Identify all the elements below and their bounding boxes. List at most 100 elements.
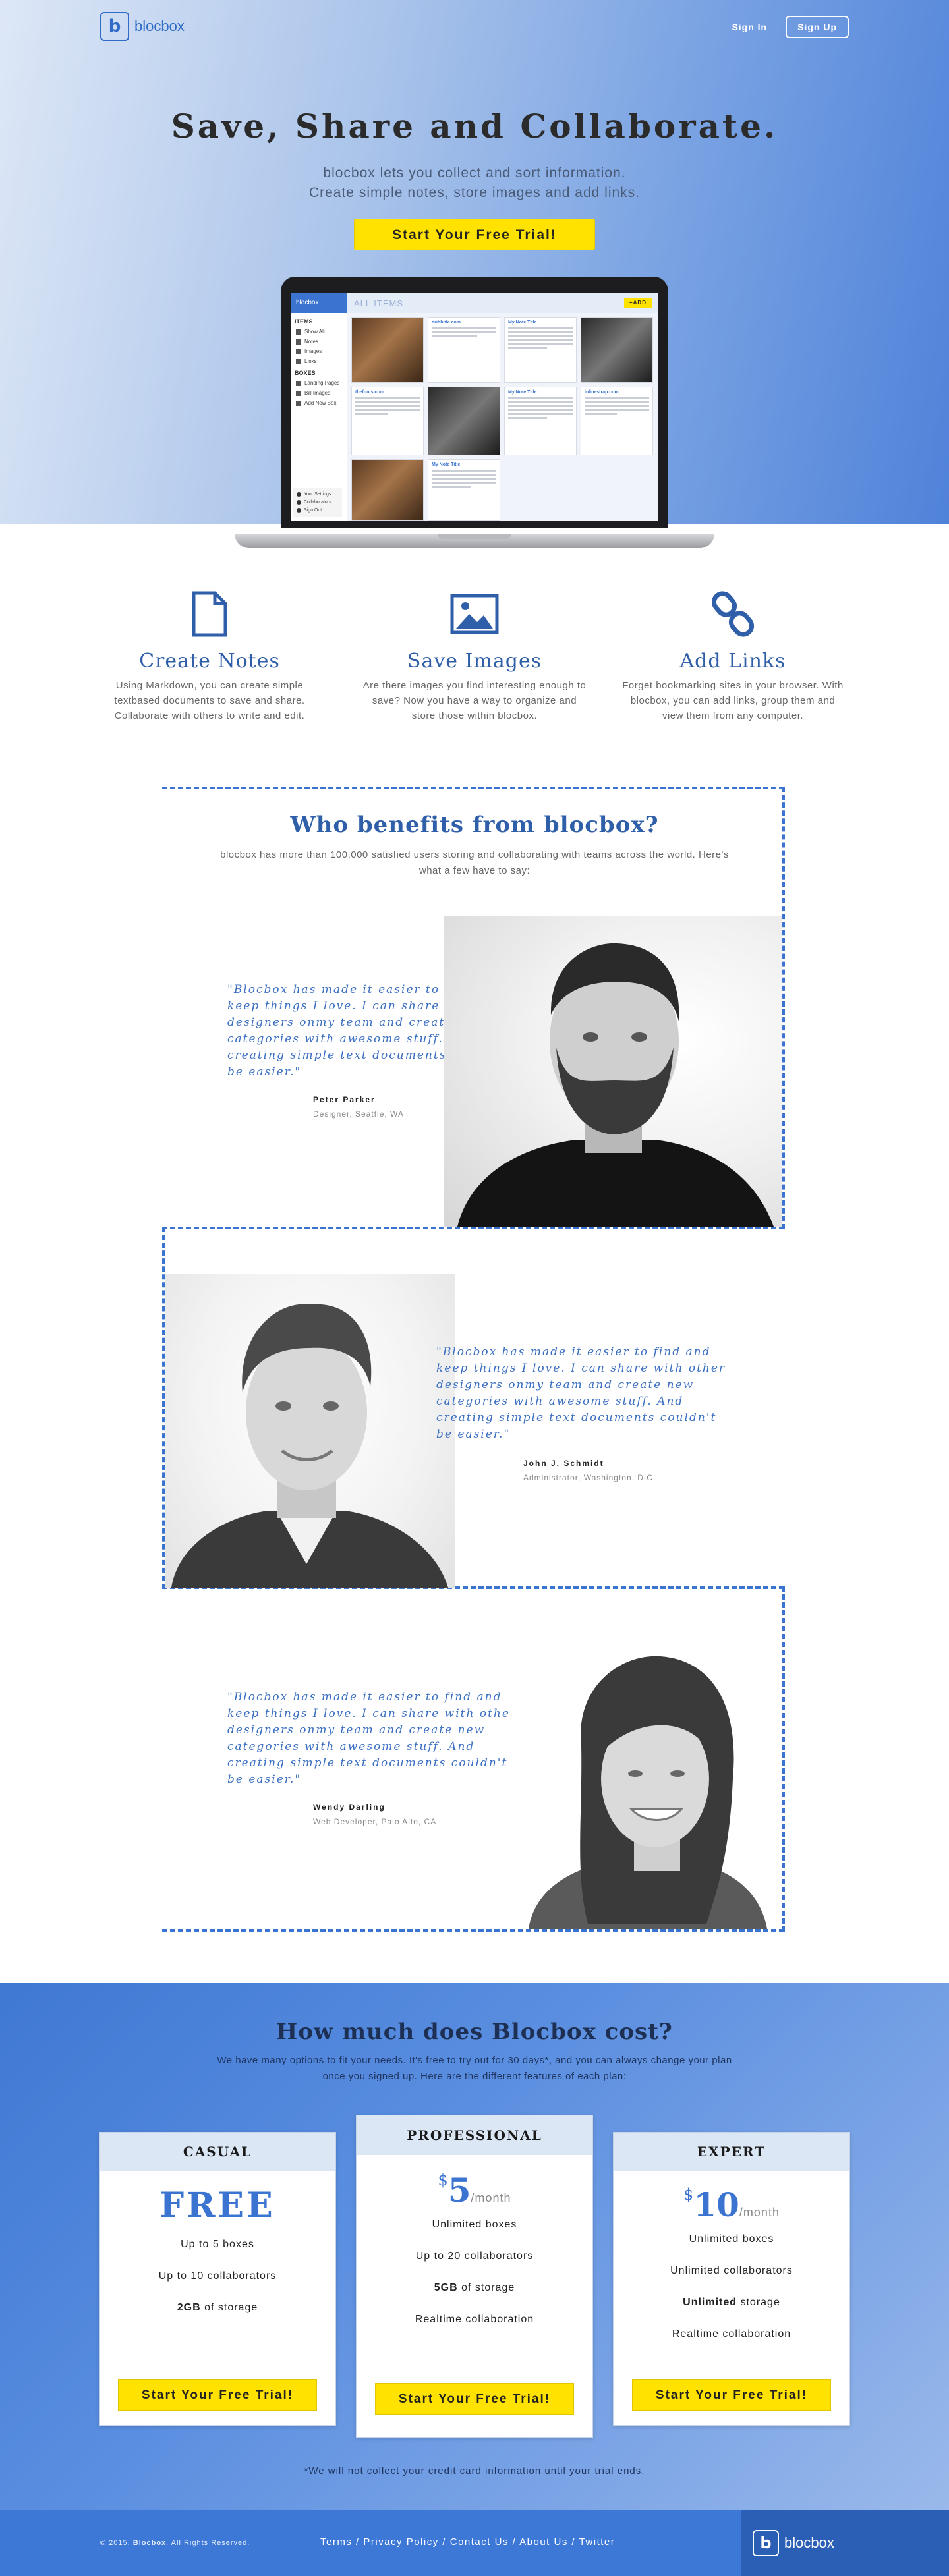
person-portrait-icon bbox=[171, 1304, 448, 1588]
footer-link-terms[interactable]: Terms bbox=[320, 2536, 352, 2548]
image-icon bbox=[450, 594, 499, 634]
app-box: Add New Box bbox=[296, 400, 347, 406]
app-card: dribbble.com bbox=[428, 317, 500, 383]
document-icon bbox=[192, 591, 227, 637]
dashed-border bbox=[162, 787, 784, 789]
app-account-item: Collaborators bbox=[297, 500, 339, 505]
laptop-notch bbox=[438, 534, 511, 539]
app-card: thefonts.com bbox=[351, 387, 424, 455]
plan-currency: $ bbox=[683, 2185, 694, 2204]
footer-link-privacy[interactable]: Privacy Policy bbox=[363, 2536, 438, 2548]
pricing-title: How much does Blocbox cost? bbox=[276, 2019, 673, 2045]
app-account-menu: Your Settings Collaborators Sign Out bbox=[293, 488, 342, 517]
plan-professional: PROFESSIONAL $5/month Unlimited boxes Up… bbox=[356, 2115, 593, 2438]
pricing-footnote: *We will not collect your credit card in… bbox=[304, 2465, 645, 2477]
app-items-title: ITEMS bbox=[295, 318, 313, 325]
feature-notes: Create Notes Using Markdown, you can cre… bbox=[98, 590, 322, 723]
signin-link[interactable]: Sign In bbox=[732, 22, 767, 32]
plan-currency: $ bbox=[438, 2171, 448, 2189]
plan-feature: Unlimited boxes bbox=[689, 2233, 774, 2245]
plan-trial-button[interactable]: Start Your Free Trial! bbox=[118, 2379, 317, 2411]
benefits-title: Who benefits from blocbox? bbox=[290, 812, 659, 838]
box-icon bbox=[296, 380, 301, 386]
top-nav: Sign In Sign Up bbox=[732, 16, 849, 38]
app-card-image bbox=[351, 317, 424, 383]
person-portrait-icon bbox=[457, 943, 774, 1227]
app-account-item: Sign Out bbox=[297, 508, 339, 513]
plan-expert: EXPERT $10/month Unlimited boxes Unlimit… bbox=[613, 2132, 850, 2426]
app-item: Links bbox=[296, 358, 347, 364]
feature-text: Are there images you find interesting en… bbox=[362, 680, 587, 721]
brand-name: blocbox bbox=[784, 2534, 834, 2551]
footer-link-contact[interactable]: Contact Us bbox=[450, 2536, 509, 2548]
plan-price: $5/month bbox=[357, 2171, 592, 2210]
link-icon bbox=[711, 591, 755, 637]
plan-feature: 5GB of storage bbox=[434, 2282, 515, 2293]
plan-feature: Unlimited storage bbox=[683, 2297, 780, 2308]
app-card: My Note Title bbox=[428, 459, 500, 521]
hero-trial-button[interactable]: Start Your Free Trial! bbox=[354, 219, 595, 250]
testimonial-role: Administrator, Washington, D.C. bbox=[523, 1473, 656, 1482]
hero-subtitle-line: Create simple notes, store images and ad… bbox=[308, 185, 641, 200]
feature-title: Save Images bbox=[407, 650, 542, 673]
dashed-border bbox=[782, 1586, 785, 1932]
testimonial-photo bbox=[165, 1274, 455, 1588]
plan-feature: Unlimited boxes bbox=[432, 2219, 517, 2230]
person-portrait-icon bbox=[529, 1656, 767, 1929]
feature-text: Forget bookmarking sites in your browser… bbox=[622, 680, 844, 721]
plan-amount: 5 bbox=[447, 2171, 471, 2210]
feature-images: Save Images Are there images you find in… bbox=[362, 590, 587, 723]
plan-period: /month bbox=[471, 2191, 511, 2204]
signout-icon bbox=[297, 508, 301, 513]
brand-logo[interactable]: b blocbox bbox=[100, 12, 185, 41]
plan-casual: CASUAL FREE Up to 5 boxes Up to 10 colla… bbox=[99, 2132, 336, 2426]
dashed-border bbox=[782, 787, 785, 1229]
app-card-image bbox=[581, 317, 653, 383]
plan-trial-button[interactable]: Start Your Free Trial! bbox=[632, 2379, 831, 2411]
app-card-image bbox=[428, 387, 500, 455]
app-item: Show All bbox=[296, 329, 347, 335]
plan-trial-button[interactable]: Start Your Free Trial! bbox=[375, 2383, 574, 2415]
signup-button[interactable]: Sign Up bbox=[786, 16, 849, 38]
app-box: Bill Images bbox=[296, 390, 347, 396]
app-box: Landing Pages bbox=[296, 380, 347, 386]
testimonial-photo bbox=[444, 916, 782, 1227]
feature-text: Using Markdown, you can create simple te… bbox=[114, 680, 305, 721]
gear-icon bbox=[297, 492, 301, 497]
testimonial-name: John J. Schmidt bbox=[523, 1459, 604, 1468]
dashed-border bbox=[162, 1227, 784, 1229]
app-card-image bbox=[351, 459, 424, 521]
footer-link-twitter[interactable]: Twitter bbox=[579, 2536, 616, 2548]
feature-title: Add Links bbox=[679, 650, 786, 673]
feature-title: Create Notes bbox=[139, 650, 280, 673]
plan-feature: Realtime collaboration bbox=[672, 2328, 791, 2339]
plan-feature: Up to 10 collaborators bbox=[158, 2270, 277, 2282]
benefits-subtitle: blocbox has more than 100,000 satisfied … bbox=[220, 849, 729, 876]
testimonial-name: Wendy Darling bbox=[313, 1803, 386, 1812]
link-icon bbox=[296, 358, 301, 364]
plan-name: CASUAL bbox=[100, 2133, 335, 2171]
image-icon bbox=[296, 349, 301, 354]
testimonial-role: Designer, Seattle, WA bbox=[313, 1109, 404, 1119]
plan-period: /month bbox=[739, 2206, 780, 2219]
note-icon bbox=[296, 339, 301, 345]
app-boxes-title: BOXES bbox=[295, 370, 316, 376]
brand-name: blocbox bbox=[134, 18, 185, 34]
app-item: Images bbox=[296, 349, 347, 354]
footer-logo[interactable]: b blocbox bbox=[753, 2530, 834, 2556]
testimonial-quote: "Blocbox has made it easier to find and … bbox=[227, 1691, 517, 1786]
app-top-title: ALL ITEMS bbox=[354, 298, 403, 308]
box-icon bbox=[296, 390, 301, 396]
logo-icon: b bbox=[100, 12, 129, 41]
app-card: My Note Title bbox=[504, 387, 577, 455]
footer-links: Terms / Privacy Policy / Contact Us / Ab… bbox=[320, 2536, 616, 2548]
users-icon bbox=[297, 500, 301, 505]
plan-name: EXPERT bbox=[614, 2133, 849, 2171]
hero-subtitle-line: blocbox lets you collect and sort inform… bbox=[323, 165, 626, 181]
plan-feature: Up to 20 collaborators bbox=[415, 2251, 534, 2262]
app-sidebar-header: blocbox bbox=[291, 293, 347, 313]
logo-icon: b bbox=[753, 2530, 779, 2556]
footer-link-about[interactable]: About Us bbox=[519, 2536, 568, 2548]
testimonial-role: Web Developer, Palo Alto, CA bbox=[313, 1817, 437, 1826]
app-sidebar: blocbox ITEMS Show All Notes Images Link… bbox=[291, 293, 347, 521]
